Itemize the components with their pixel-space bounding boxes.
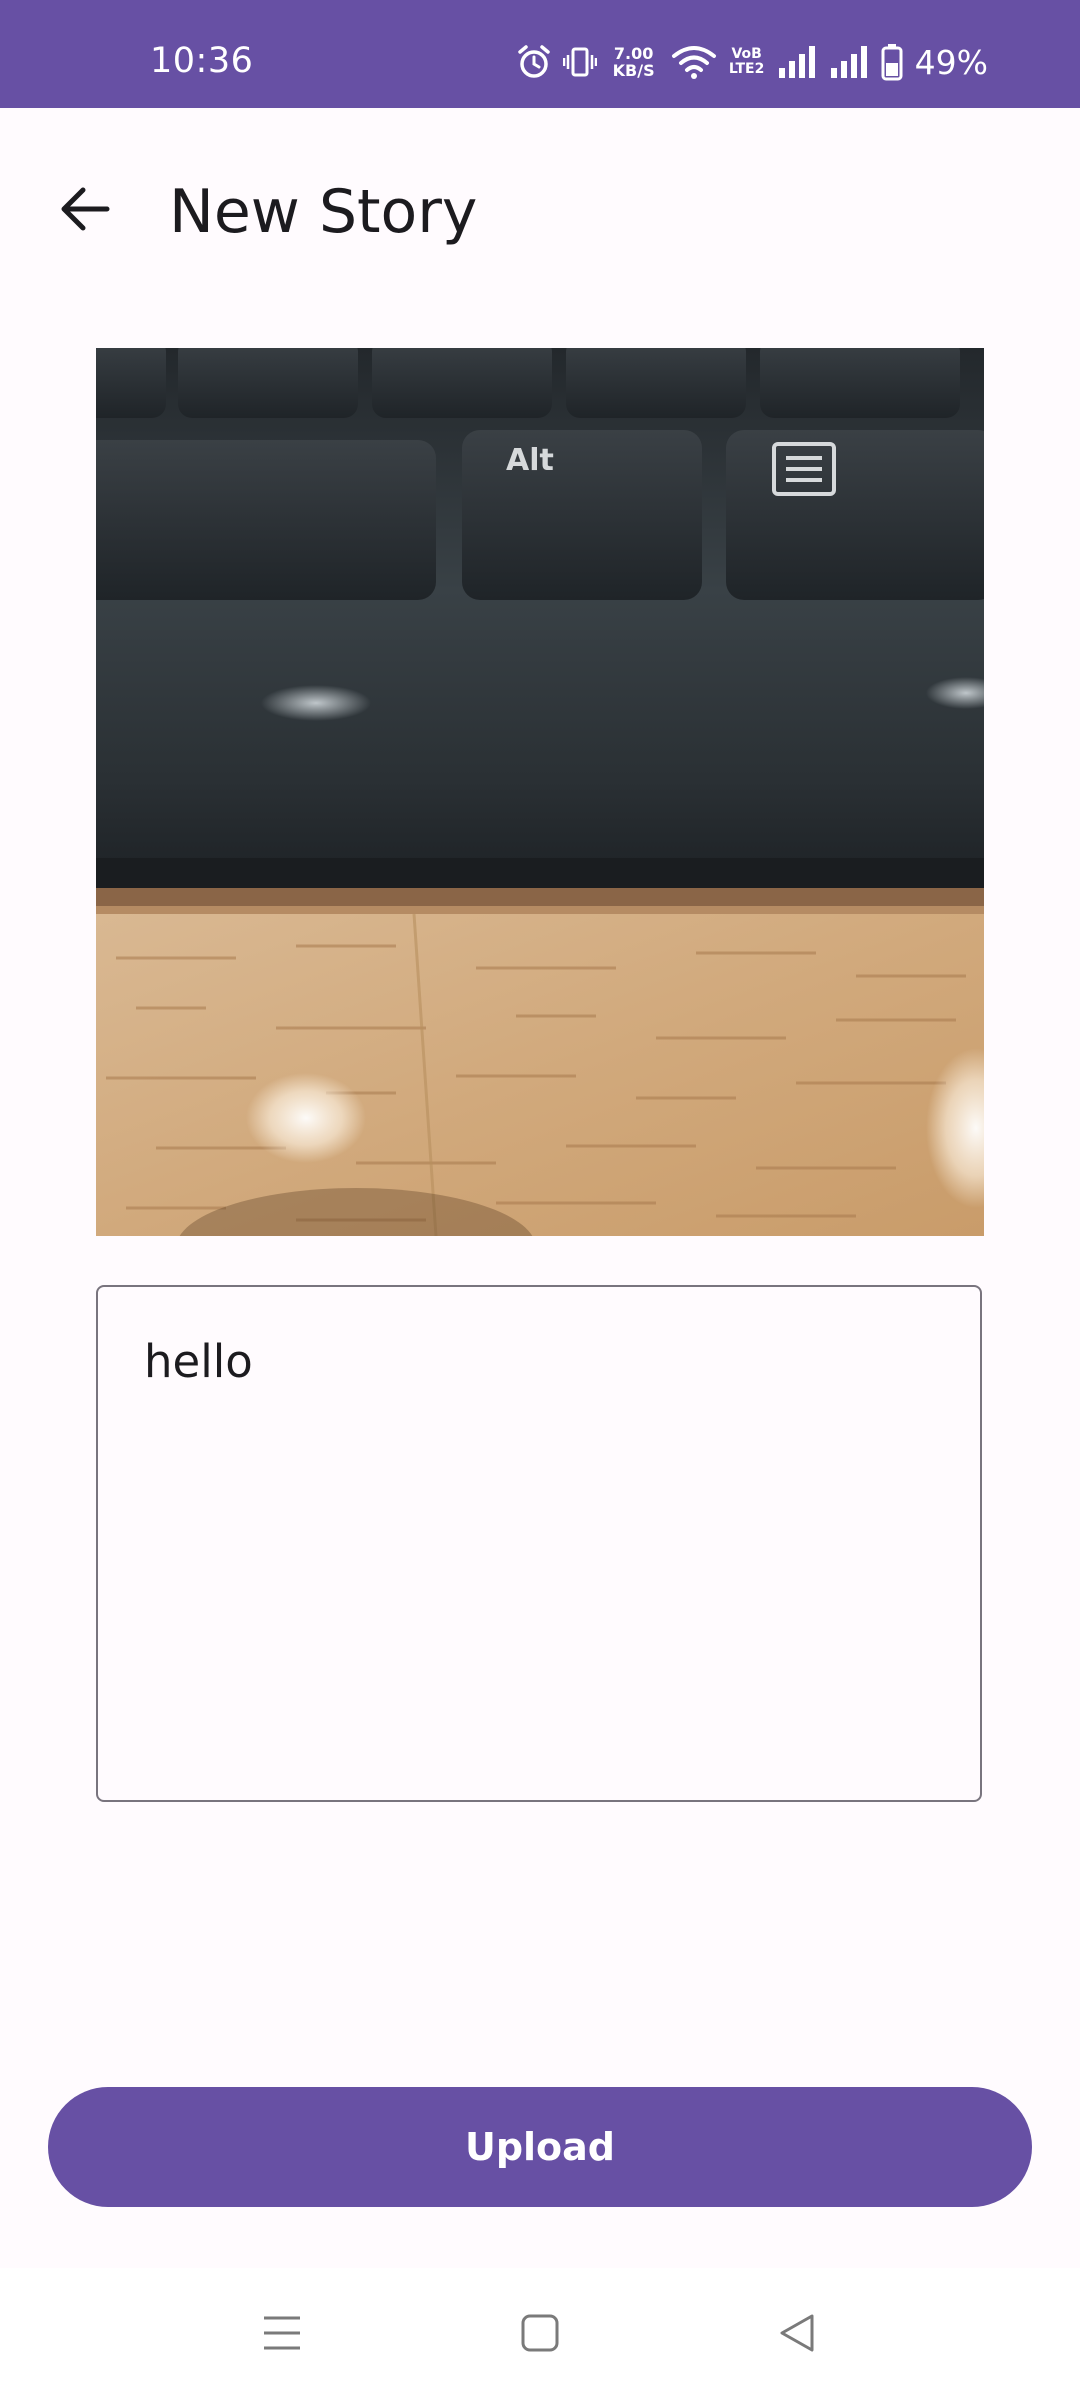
story-photo: Alt: [96, 348, 984, 1236]
back-icon: [780, 2314, 814, 2352]
page-title: New Story: [169, 177, 478, 247]
system-nav-bar: [0, 2268, 1080, 2400]
volte-indicator: VoB LTE2: [729, 47, 765, 77]
status-time: 10:36: [150, 41, 254, 81]
signal-icon: [830, 46, 867, 78]
volte-bottom: LTE2: [728, 61, 765, 77]
volte-top: VoB: [731, 46, 762, 62]
status-icons: 7.00 KB/S VoB LTE2 49%: [517, 42, 988, 82]
battery-icon: [881, 44, 903, 81]
status-bar: 10:36 7.00 KB/S VoB LTE2 49%: [0, 0, 1080, 108]
signal-icon: [778, 46, 815, 78]
arrow-back-icon: [61, 187, 110, 231]
upload-button[interactable]: Upload: [48, 2087, 1032, 2207]
battery-percent: 49%: [914, 42, 988, 82]
key-label: Alt: [506, 443, 554, 478]
network-speed-unit: KB/S: [612, 61, 655, 80]
home-icon: [521, 2314, 559, 2352]
story-image[interactable]: Alt: [96, 348, 984, 1236]
nav-home-button[interactable]: [490, 2288, 590, 2378]
network-speed-value: 7.00: [613, 44, 654, 63]
app-bar: New Story: [0, 108, 1080, 308]
caption-input[interactable]: hello: [96, 1285, 982, 1802]
wifi-icon: [671, 46, 716, 79]
vibrate-icon: [562, 47, 597, 77]
network-speed: 7.00 KB/S: [609, 45, 659, 79]
back-button[interactable]: [36, 161, 132, 257]
nav-back-button[interactable]: [748, 2288, 848, 2378]
nav-menu-button[interactable]: [232, 2288, 332, 2378]
alarm-icon: [517, 45, 550, 78]
menu-icon: [264, 2316, 300, 2350]
